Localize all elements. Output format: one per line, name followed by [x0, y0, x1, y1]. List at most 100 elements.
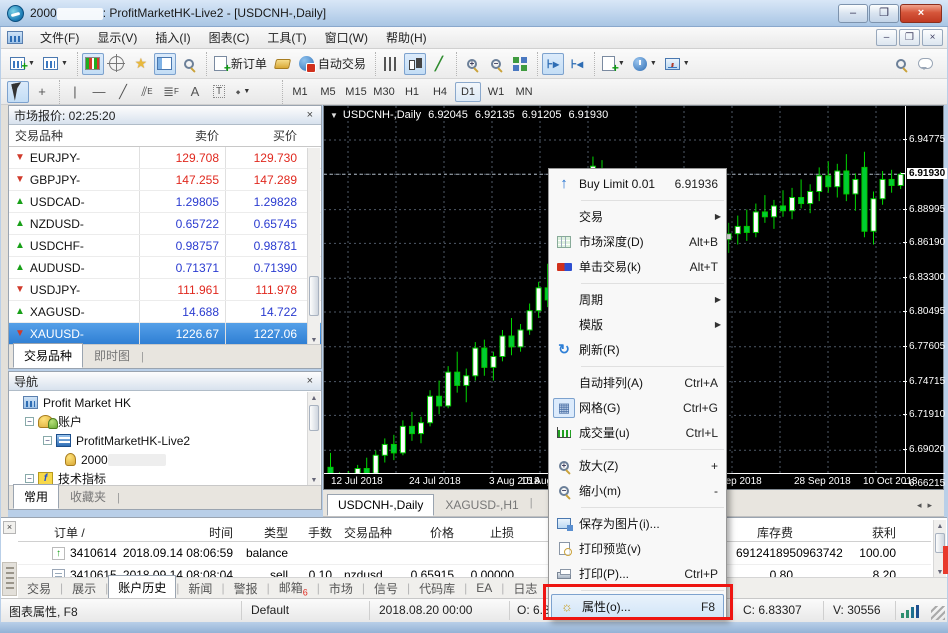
chart-child-icon[interactable]	[7, 31, 23, 44]
context-menu-item-自动排列A[interactable]: 自动排列(A)Ctrl+A	[549, 370, 726, 395]
bottom-tab-2[interactable]: 账户历史	[108, 575, 176, 599]
navigator-close-icon[interactable]: ×	[304, 375, 316, 387]
cursor-button[interactable]	[7, 81, 29, 103]
indicators-button[interactable]: +▼	[599, 53, 628, 75]
candlestick-button[interactable]	[404, 53, 426, 75]
context-menu-item-周期[interactable]: 周期▶	[549, 287, 726, 312]
vertical-line-button[interactable]: |	[64, 81, 86, 103]
nav-accounts[interactable]: − 账户	[15, 412, 321, 431]
horizontal-line-button[interactable]: —	[88, 81, 110, 103]
close-button[interactable]: ×	[900, 4, 942, 23]
column-ask[interactable]: 买价	[225, 127, 303, 144]
bottom-tab-6[interactable]: 市场	[320, 578, 362, 599]
menu-i[interactable]: 插入(I)	[146, 26, 199, 49]
timeframe-m5[interactable]: M5	[315, 82, 341, 102]
zoom-out-button[interactable]: −	[485, 53, 507, 75]
trendline-button[interactable]: ╱	[112, 81, 134, 103]
nav-server[interactable]: − ProfitMarketHK-Live2	[15, 431, 321, 450]
tab-xagusd[interactable]: XAGUSD-,H1	[434, 494, 529, 516]
terminal-close-icon[interactable]: ×	[3, 521, 16, 534]
minimize-button[interactable]: –	[838, 4, 868, 23]
arrows-button[interactable]: ⬩▼	[232, 81, 254, 103]
context-menu-item-打印预览v[interactable]: 打印预览(v)	[549, 536, 726, 561]
bar-chart-button[interactable]	[380, 53, 402, 75]
new-chart-button[interactable]: +▼	[7, 53, 38, 75]
context-menu-item-保存为图片i[interactable]: 保存为图片(i)...	[549, 511, 726, 536]
timeframe-m15[interactable]: M15	[343, 82, 369, 102]
timeframe-d1[interactable]: D1	[455, 82, 481, 102]
market-watch-row[interactable]: ▼USDJPY-111.961111.978	[9, 279, 321, 301]
resize-grip[interactable]	[931, 606, 945, 620]
bottom-tab-ea[interactable]: EA	[467, 579, 501, 597]
context-menu-item-单击交易k[interactable]: 单击交易(k)Alt+T	[549, 254, 726, 279]
timeframe-h1[interactable]: H1	[399, 82, 425, 102]
market-watch-scrollbar[interactable]: ▼	[307, 148, 320, 346]
auto-scroll-button[interactable]: ⊦▸	[542, 53, 564, 75]
collapse-icon[interactable]: −	[25, 417, 34, 426]
zoom-in-button[interactable]: +	[461, 53, 483, 75]
child-minimize-button[interactable]: –	[876, 29, 897, 46]
market-watch-row[interactable]: ▲NZDUSD-0.657220.65745	[9, 213, 321, 235]
new-order-button[interactable]: +新订单	[211, 53, 270, 75]
context-menu-item-网格G[interactable]: ▦网格(G)Ctrl+G	[549, 395, 726, 420]
market-watch-row[interactable]: ▼XAUUSD-1226.671227.06	[9, 323, 321, 345]
fibonacci-button[interactable]: ≣F	[160, 81, 182, 103]
tab-common[interactable]: 常用	[13, 484, 59, 509]
context-menu-item-交易[interactable]: 交易▶	[549, 204, 726, 229]
context-menu-item-BuyLimit001[interactable]: ↑Buy Limit 0.016.91936	[549, 171, 726, 196]
tab-tick-chart[interactable]: 即时图	[83, 343, 141, 368]
timeframe-m30[interactable]: M30	[371, 82, 397, 102]
menu-t[interactable]: 工具(T)	[258, 26, 315, 49]
chart-shift-button[interactable]: ⊦◂	[566, 53, 588, 75]
terminal-row[interactable]: ↑34106142018.09.14 08:06:59balance691241…	[18, 543, 931, 565]
bottom-tab-0[interactable]: 交易	[18, 578, 60, 599]
timeframe-h4[interactable]: H4	[427, 82, 453, 102]
text-label-button[interactable]: T	[208, 81, 230, 103]
bottom-tab-4[interactable]: 警报	[225, 578, 267, 599]
bottom-tab-1[interactable]: 展示	[63, 578, 105, 599]
market-watch-row[interactable]: ▲XAGUSD-14.68814.722	[9, 301, 321, 323]
menu-c[interactable]: 图表(C)	[200, 26, 259, 49]
menu-f[interactable]: 文件(F)	[31, 26, 88, 49]
search-button[interactable]	[890, 53, 912, 75]
line-chart-button[interactable]: ╱	[428, 53, 450, 75]
timeframe-mn[interactable]: MN	[511, 82, 537, 102]
child-restore-button[interactable]: ❐	[899, 29, 920, 46]
periods-button[interactable]: ▼	[630, 53, 660, 75]
timeframe-m1[interactable]: M1	[287, 82, 313, 102]
templates-button[interactable]: ▼	[662, 53, 693, 75]
data-window-button[interactable]	[106, 53, 128, 75]
market-watch-row[interactable]: ▲USDCAD-1.298051.29828	[9, 191, 321, 213]
tab-symbols[interactable]: 交易品种	[13, 343, 83, 368]
navigator-button[interactable]	[154, 53, 176, 75]
bottom-tab-5[interactable]: 邮箱6	[270, 577, 317, 599]
context-menu-item-打印P[interactable]: 打印(P)...Ctrl+P	[549, 561, 726, 586]
terminal-dock-grip[interactable]	[2, 562, 17, 596]
context-menu-item-市场深度D[interactable]: 市场深度(D)Alt+B	[549, 229, 726, 254]
market-watch-row[interactable]: ▼GBPJPY-147.255147.289	[9, 169, 321, 191]
context-menu-item-放大Z[interactable]: +放大(Z)+	[549, 453, 726, 478]
child-close-button[interactable]: ×	[922, 29, 943, 46]
bottom-tab-3[interactable]: 新闻	[179, 578, 221, 599]
strategy-tester-button[interactable]	[178, 53, 200, 75]
bottom-tab-7[interactable]: 信号	[365, 578, 407, 599]
chat-button[interactable]	[914, 53, 936, 75]
tab-usdcnh[interactable]: USDCNH-,Daily	[327, 494, 434, 516]
menu-h[interactable]: 帮助(H)	[377, 26, 436, 49]
context-menu-item-模版[interactable]: 模版▶	[549, 312, 726, 337]
price-axis[interactable]: 6.947756.919306.889956.861906.833006.804…	[905, 106, 943, 474]
text-button[interactable]: A	[184, 81, 206, 103]
nav-root[interactable]: Profit Market HK	[15, 393, 321, 412]
market-watch-close-icon[interactable]: ×	[304, 109, 316, 121]
column-symbol[interactable]: 交易品种	[9, 127, 139, 144]
tab-scroll-arrows[interactable]: ◂▸	[917, 500, 938, 511]
market-watch-row[interactable]: ▼EURJPY-129.708129.730	[9, 147, 321, 169]
context-menu-item-刷新R[interactable]: ↻刷新(R)	[549, 337, 726, 362]
terminal-column-r2[interactable]: 获利	[18, 524, 896, 541]
context-menu-item-缩小m[interactable]: −缩小(m)-	[549, 478, 726, 503]
nav-account[interactable]: 2000	[15, 450, 321, 469]
profiles-button[interactable]: ▼	[40, 53, 71, 75]
channel-button[interactable]: ⫽E	[136, 81, 158, 103]
favorites-button[interactable]: ★	[130, 53, 152, 75]
symbol-dropdown-icon[interactable]: ▼	[330, 111, 338, 120]
